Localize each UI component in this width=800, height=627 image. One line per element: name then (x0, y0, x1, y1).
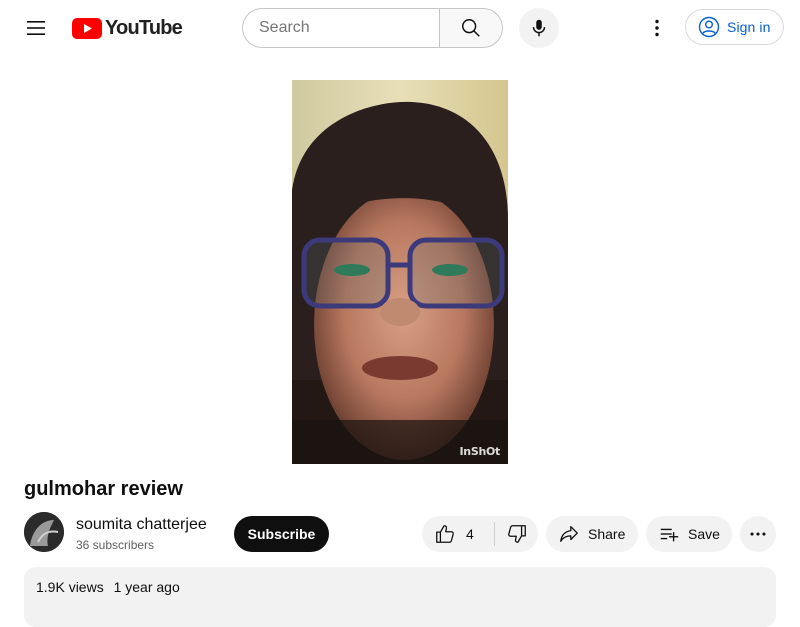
share-button[interactable]: Share (546, 516, 638, 552)
video-thumbnail-image (292, 80, 508, 464)
more-actions-button[interactable] (740, 516, 776, 552)
settings-menu-button[interactable] (637, 8, 677, 48)
like-button[interactable]: 4 (422, 516, 494, 552)
video-watermark: InShOt (459, 445, 501, 458)
like-dislike-group: 4 (422, 516, 538, 552)
channel-avatar-image (24, 512, 64, 552)
subscribe-button[interactable]: Subscribe (234, 516, 329, 552)
vertical-dots-icon (655, 19, 659, 37)
save-label: Save (688, 526, 720, 542)
horizontal-dots-icon (750, 532, 766, 536)
voice-search-button[interactable] (519, 8, 559, 48)
account-circle-icon (698, 16, 720, 38)
microphone-icon (532, 19, 546, 37)
hamburger-menu-icon (27, 21, 45, 35)
youtube-play-logo-icon (72, 17, 102, 39)
video-player[interactable]: InShOt (24, 80, 776, 464)
thumbs-up-icon (436, 525, 454, 543)
video-title: gulmohar review (24, 478, 183, 500)
like-count: 4 (466, 526, 474, 542)
youtube-logo[interactable]: YouTube (72, 16, 183, 39)
search-input[interactable] (259, 19, 440, 37)
share-arrow-icon (560, 526, 578, 542)
owner-row: soumita chatterjee 36 subscribers Subscr… (24, 512, 776, 556)
playlist-add-icon (660, 528, 679, 542)
channel-name[interactable]: soumita chatterjee (76, 516, 207, 534)
masthead: YouTube Sign in (0, 0, 800, 56)
view-count: 1.9K views (36, 579, 104, 595)
channel-avatar[interactable] (24, 512, 64, 552)
dislike-button[interactable] (495, 516, 538, 552)
share-label: Share (588, 526, 626, 542)
upload-date: 1 year ago (113, 579, 180, 595)
sign-in-button[interactable]: Sign in (685, 9, 784, 45)
search-icon (462, 19, 480, 37)
save-button[interactable]: Save (646, 516, 732, 552)
thumbs-down-icon (507, 525, 526, 543)
subscriber-count: 36 subscribers (76, 538, 155, 552)
guide-menu-button[interactable] (16, 8, 56, 48)
search-button[interactable] (439, 8, 503, 48)
description-box[interactable]: 1.9K views 1 year ago (24, 567, 776, 627)
sign-in-label: Sign in (727, 19, 771, 35)
video-frame[interactable]: InShOt (292, 80, 508, 464)
search-box[interactable] (242, 8, 440, 48)
logo-wordmark: YouTube (105, 16, 183, 39)
